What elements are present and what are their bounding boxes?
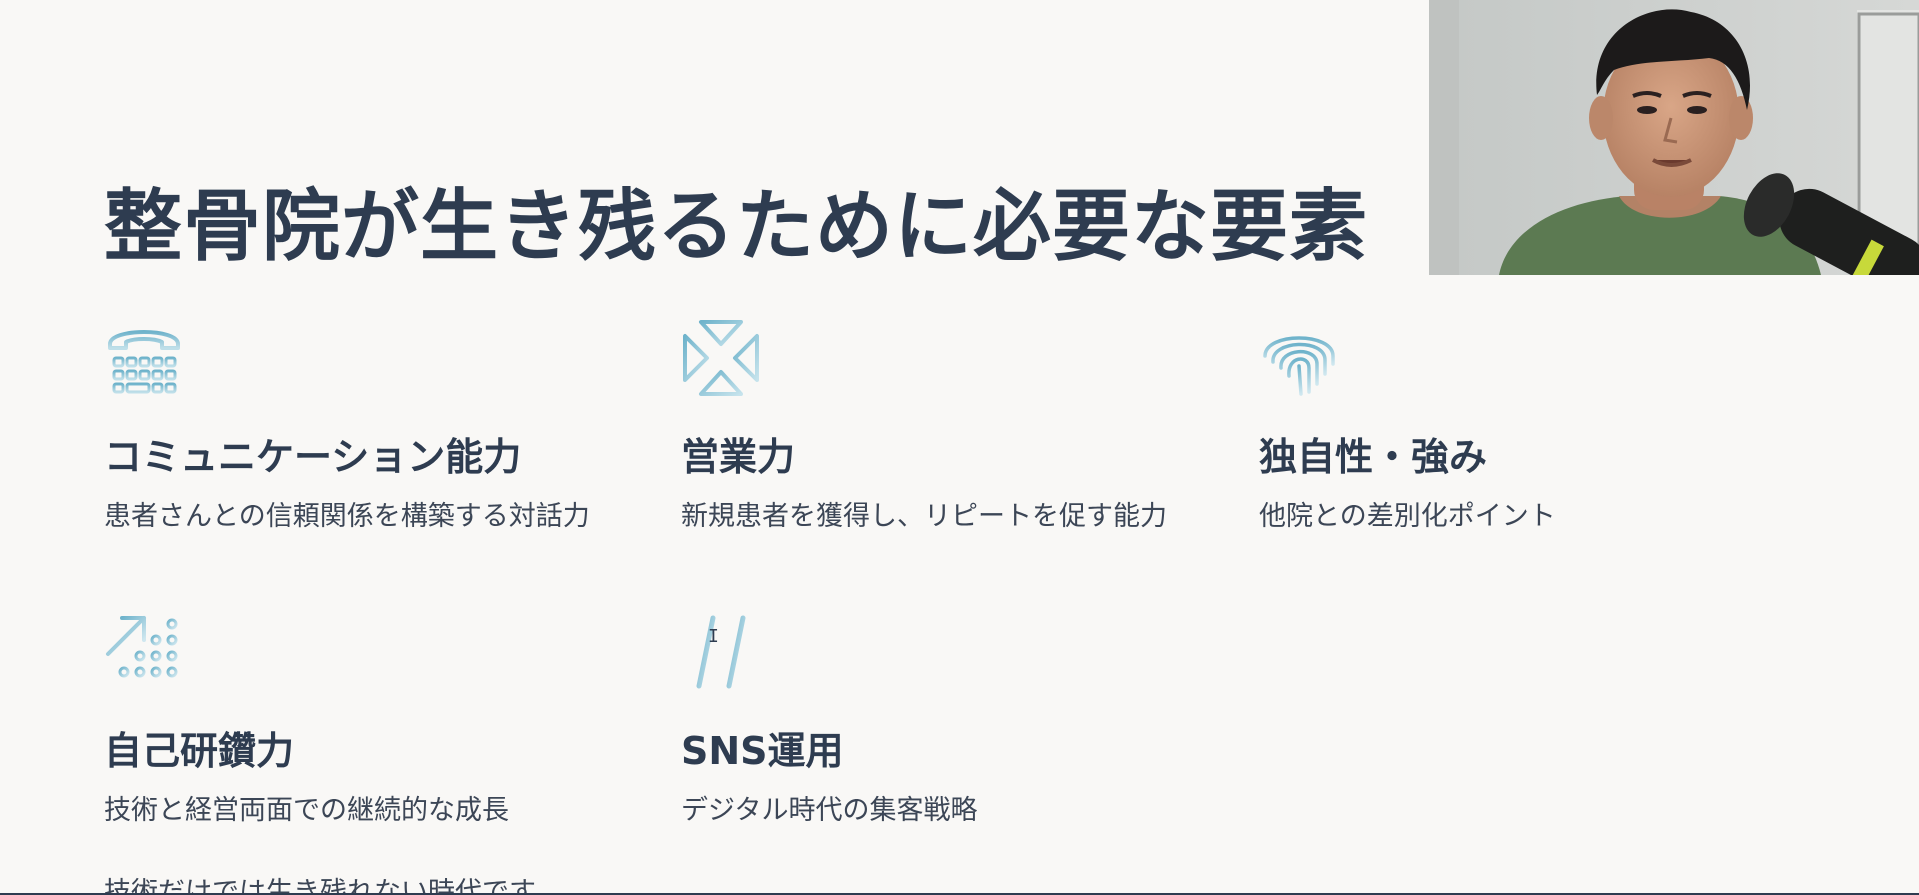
- slide-footer-text: 技術だけでは生き残れない時代です: [104, 877, 536, 895]
- feature-sales: 営業力 新規患者を獲得し、リピートを促す能力: [681, 318, 1241, 532]
- slide-title: 整骨院が生き残るために必要な要素: [104, 182, 1369, 272]
- webcam-overlay: [1429, 0, 1919, 275]
- feature-description: 新規患者を獲得し、リピートを促す能力: [681, 501, 1167, 532]
- arrows-converge-icon: [681, 318, 761, 398]
- feature-description: 技術と経営両面での継続的な成長: [104, 795, 509, 826]
- feature-name: 独自性・強み: [1259, 435, 1488, 479]
- feature-communication: コミュニケーション能力 患者さんとの信頼関係を構築する対話力: [104, 318, 664, 532]
- growth-arrow-icon: [104, 612, 184, 692]
- presenter-video: [1429, 0, 1919, 275]
- hashtag-icon: [681, 612, 761, 692]
- feature-description: デジタル時代の集客戦略: [681, 795, 978, 826]
- feature-name: コミュニケーション能力: [104, 435, 522, 479]
- feature-uniqueness: 独自性・強み 他院との差別化ポイント: [1259, 318, 1819, 532]
- feature-sns: SNS運用 デジタル時代の集客戦略: [681, 612, 1241, 826]
- feature-name: 自己研鑽力: [104, 729, 295, 773]
- feature-name: 営業力: [681, 435, 796, 479]
- fingerprint-icon: [1259, 318, 1339, 398]
- telephone-icon: [104, 318, 184, 398]
- feature-self-improvement: 自己研鑽力 技術と経営両面での継続的な成長: [104, 612, 664, 826]
- feature-name: SNS運用: [681, 729, 844, 773]
- feature-description: 患者さんとの信頼関係を構築する対話力: [104, 501, 590, 532]
- feature-description: 他院との差別化ポイント: [1259, 501, 1556, 532]
- text-cursor-icon: I: [708, 626, 719, 647]
